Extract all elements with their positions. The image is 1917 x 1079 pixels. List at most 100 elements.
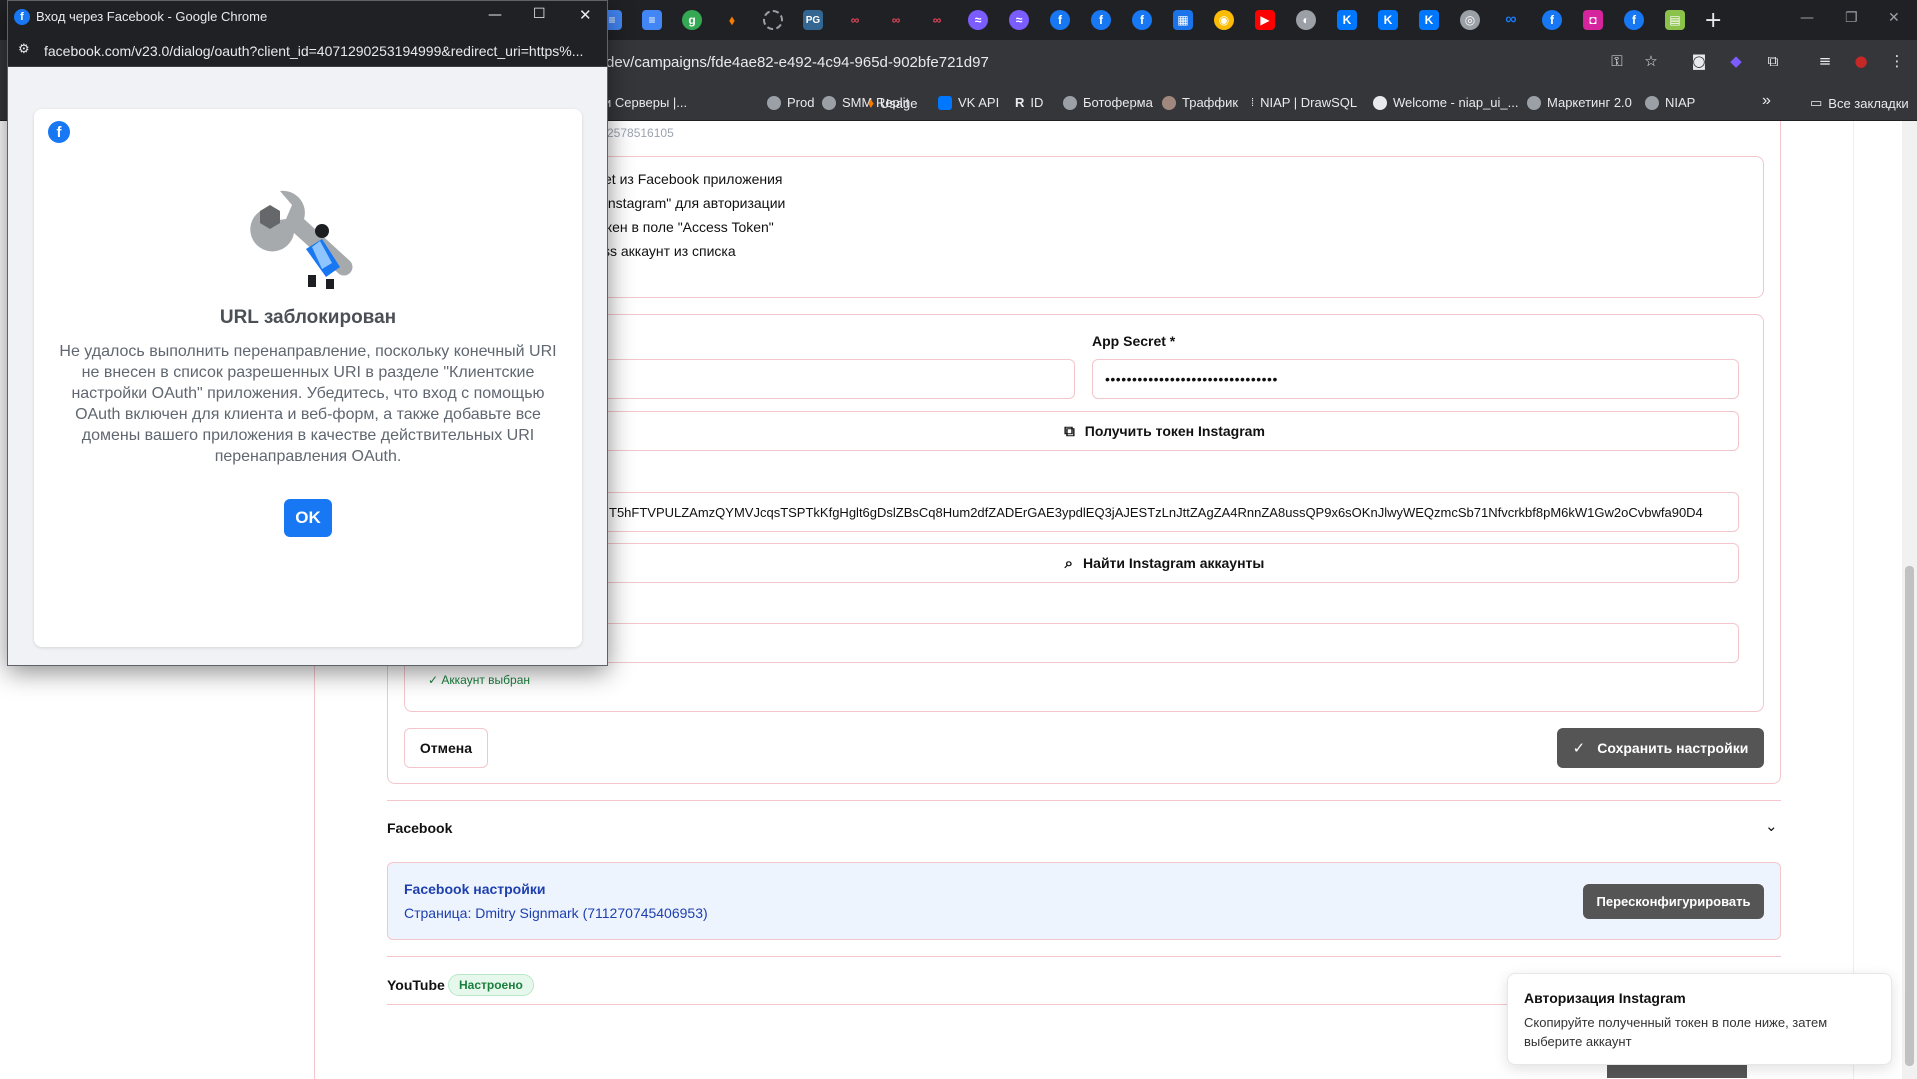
tab-n8n-icon[interactable]: ∞	[845, 10, 865, 30]
section-divider	[387, 956, 1781, 957]
save-settings-button[interactable]: ✓ Сохранить настройки	[1557, 728, 1764, 768]
tab-docs-icon[interactable]: ≡	[642, 10, 662, 30]
tab-vk-icon[interactable]: K	[1378, 10, 1398, 30]
popup-window-title: Вход через Facebook - Google Chrome	[36, 9, 268, 24]
bookmark-servers[interactable]: и Серверы |...	[604, 95, 687, 110]
bookmarks-overflow-icon[interactable]: »	[1762, 92, 1771, 110]
tab-youtube-icon[interactable]: ▶	[1255, 10, 1275, 30]
dialog-title: URL заблокирован	[219, 307, 397, 328]
facebook-login-popup: f Вход через Facebook - Google Chrome — …	[7, 0, 608, 666]
tab-globe-icon[interactable]: ◎	[1460, 10, 1480, 30]
close-window-icon[interactable]: ✕	[1888, 10, 1900, 26]
tab-facebook-icon[interactable]: f	[1624, 10, 1644, 30]
bookmark-botoferma[interactable]: Ботоферма	[1063, 95, 1153, 110]
tab-facebook-icon[interactable]: f	[1050, 10, 1070, 30]
extension-icon[interactable]: ◆	[1725, 52, 1747, 74]
make-icon: ⬧	[868, 95, 874, 110]
bookmark-vk-api[interactable]: VK API	[938, 95, 999, 110]
wrench-illustration-icon	[250, 190, 353, 289]
minimize-icon[interactable]: —	[1800, 10, 1814, 26]
bookmark-drawsql[interactable]: ⁞ NIAP | DrawSQL	[1251, 95, 1357, 110]
close-icon[interactable]: ✕	[579, 6, 592, 24]
youtube-section-title[interactable]: YouTube	[387, 977, 445, 993]
extensions-puzzle-icon[interactable]: ⧉	[1762, 52, 1784, 74]
bookmark-usage[interactable]: ⬧ Usage	[868, 95, 917, 111]
facebook-settings-title: Facebook настройки	[404, 881, 546, 897]
cancel-button[interactable]: Отмена	[404, 728, 488, 768]
all-bookmarks[interactable]: ▭ Все закладки	[1810, 95, 1909, 111]
tab-globe-icon[interactable]: ◐	[1296, 10, 1316, 30]
bookmark-traffic[interactable]: Траффик	[1162, 95, 1238, 110]
popup-address-bar: ⚙ facebook.com/v23.0/dialog/oauth?client…	[8, 34, 607, 67]
scroll-thumb[interactable]	[1905, 566, 1914, 1066]
facebook-section-title[interactable]: Facebook	[387, 820, 452, 836]
search-icon: ⌕	[1064, 554, 1074, 572]
access-token-field[interactable]: T5hFTVPULZAmzQYMVJcqsTSPTkKfgHglt6gDslZB…	[590, 492, 1739, 532]
bookmark-niap[interactable]: NIAP	[1645, 95, 1695, 110]
bookmark-star-icon[interactable]: ☆	[1640, 52, 1662, 74]
chevron-down-icon[interactable]: ⌄	[1765, 817, 1778, 835]
tab-messenger-icon[interactable]: ≈	[1009, 10, 1029, 30]
facebook-logo-icon: f	[48, 121, 70, 143]
bookmark-welcome[interactable]: Welcome - niap_ui_...	[1373, 95, 1519, 110]
facebook-icon: f	[14, 9, 30, 25]
tab-n8n-icon[interactable]: ∞	[927, 10, 947, 30]
screenshot-icon[interactable]: ◙	[1688, 52, 1710, 74]
profile-avatar-icon[interactable]: ●	[1850, 52, 1872, 74]
folder-icon: ▭	[1810, 95, 1823, 110]
popup-body: f URL заблокирован Не удалось выполнить …	[8, 67, 607, 665]
drawsql-icon: ⁞	[1251, 96, 1255, 109]
tab-loading-icon[interactable]	[763, 10, 783, 30]
tab-calendar-icon[interactable]: ▦	[1173, 10, 1193, 30]
toast-message: Скопируйте полученный токен в поле ниже,…	[1524, 1015, 1828, 1049]
password-key-icon[interactable]: ⚿	[1606, 52, 1628, 74]
check-circle-icon: ✓	[1572, 739, 1586, 757]
tab-facebook-icon[interactable]: f	[1132, 10, 1152, 30]
account-selected-text: ✓ Аккаунт выбран	[428, 673, 530, 687]
tab-instagram-icon[interactable]: ◘	[1583, 10, 1603, 30]
popup-url[interactable]: facebook.com/v23.0/dialog/oauth?client_i…	[44, 43, 583, 59]
maximize-icon[interactable]: ☐	[533, 6, 546, 22]
bookmark-marketing[interactable]: Маркетинг 2.0	[1527, 95, 1632, 110]
app-id-field[interactable]	[590, 359, 1075, 399]
blocked-url-dialog: f URL заблокирован Не удалось выполнить …	[34, 109, 582, 647]
find-instagram-accounts-button[interactable]: ⌕ Найти Instagram аккаунты	[590, 543, 1739, 583]
tab-make-icon[interactable]: ⬧	[722, 10, 742, 30]
reconfigure-button[interactable]: Пересконфигурировать	[1583, 884, 1764, 919]
toast-notification: Авторизация Instagram Скопируйте получен…	[1507, 973, 1892, 1065]
external-link-icon: ⧉	[1064, 422, 1075, 440]
menu-dots-icon[interactable]: ⋮	[1886, 52, 1908, 74]
popup-title-bar: f Вход через Facebook - Google Chrome — …	[8, 1, 607, 34]
url-text[interactable]: dev/campaigns/fde4ae82-e492-4c94-965d-90…	[606, 54, 989, 71]
tab-messenger-icon[interactable]: ≈	[968, 10, 988, 30]
content-right-edge	[1853, 121, 1854, 1079]
tab-facebook-icon[interactable]: f	[1091, 10, 1111, 30]
instruction-line: et из Facebook приложения	[604, 171, 783, 187]
site-settings-icon[interactable]: ⚙	[18, 42, 30, 57]
bookmark-id[interactable]: R ID	[1015, 95, 1043, 110]
toast-title: Авторизация Instagram	[1524, 990, 1686, 1006]
facebook-page-line: Страница: Dmitry Signmark (7112707454069…	[404, 905, 708, 921]
tab-pg-icon[interactable]: PG	[803, 10, 823, 30]
account-select[interactable]	[590, 623, 1739, 663]
tab-vk-icon[interactable]: K	[1419, 10, 1439, 30]
dialog-message: Не удалось выполнить перенаправление, по…	[59, 343, 557, 465]
vk-icon	[938, 95, 952, 110]
restore-icon[interactable]: ❐	[1845, 10, 1858, 26]
tab-n8n-icon[interactable]: ∞	[886, 10, 906, 30]
github-icon	[1373, 95, 1387, 110]
ok-button[interactable]: OK	[284, 499, 332, 537]
get-instagram-token-button[interactable]: ⧉ Получить токен Instagram	[590, 411, 1739, 451]
new-tab-icon[interactable]: +	[1704, 8, 1722, 33]
media-controls-icon[interactable]: ≡	[1814, 52, 1836, 74]
globe-icon	[822, 95, 836, 110]
tab-facebook-icon[interactable]: f	[1542, 10, 1562, 30]
tab-chrome-icon[interactable]: ◉	[1214, 10, 1234, 30]
tab-meta-icon[interactable]: ∞	[1501, 10, 1521, 30]
tab-active-icon[interactable]: ▤	[1665, 10, 1685, 30]
tab-vk-icon[interactable]: K	[1337, 10, 1357, 30]
minimize-icon[interactable]: —	[488, 7, 502, 23]
app-secret-field[interactable]: ••••••••••••••••••••••••••••••••	[1092, 359, 1739, 399]
tab-green-icon[interactable]: g	[682, 10, 702, 30]
bookmark-prod[interactable]: Prod	[767, 95, 814, 110]
